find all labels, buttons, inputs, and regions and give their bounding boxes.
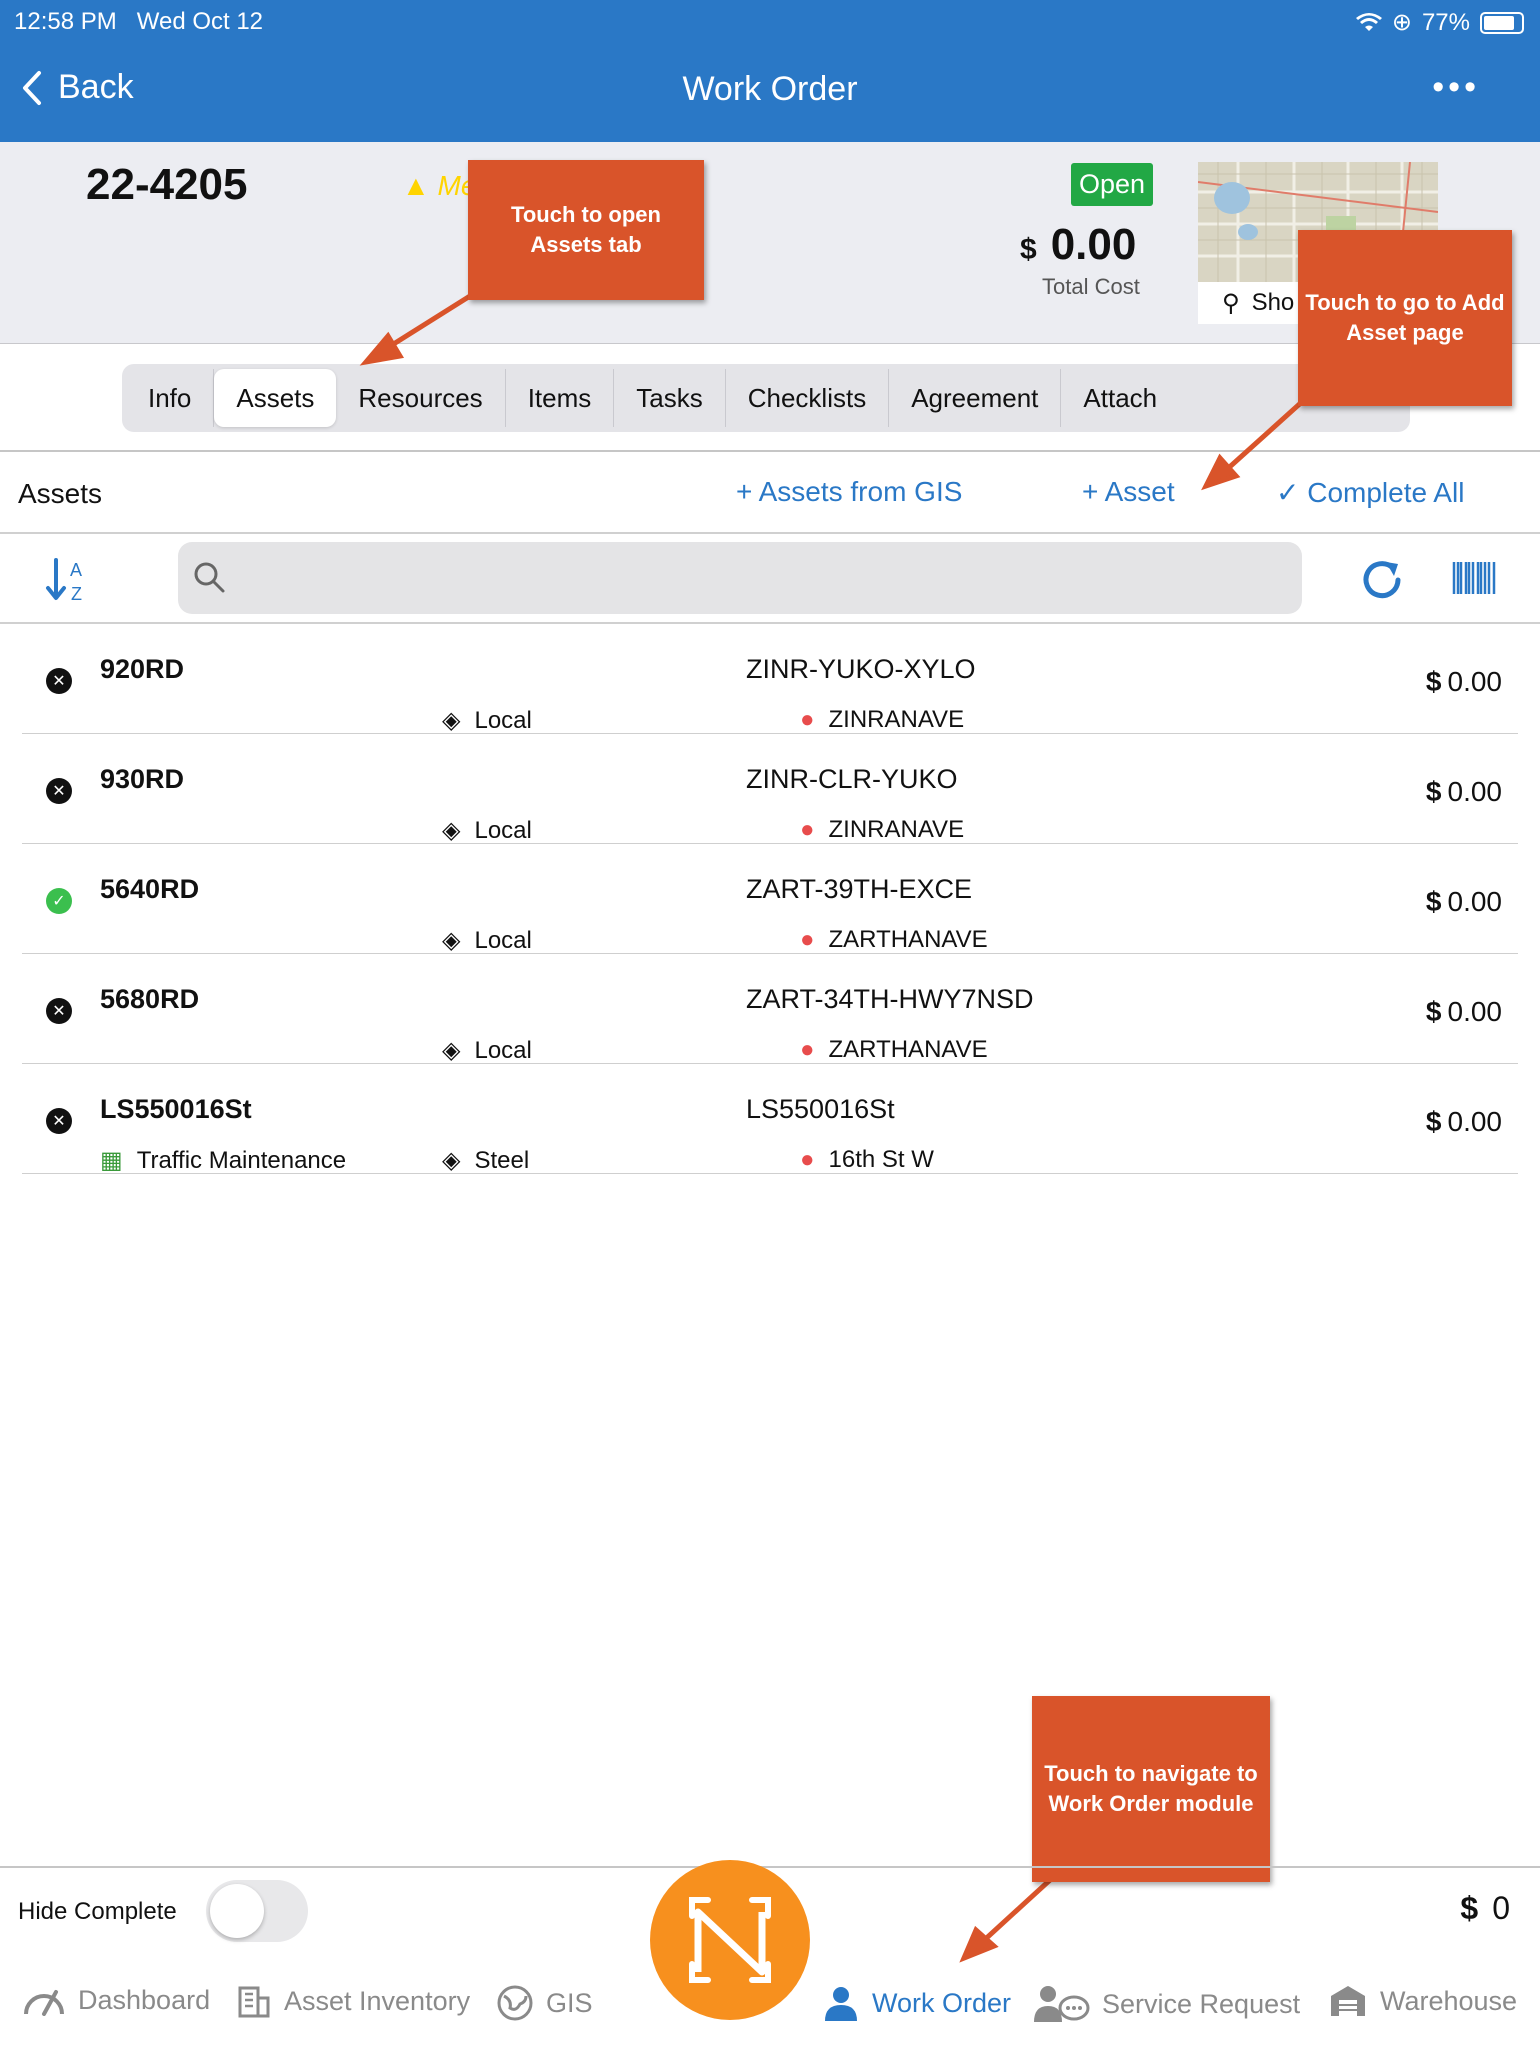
nav-dashboard-label: Dashboard (78, 1984, 211, 2015)
callout-add-asset: Touch to go to Add Asset page (1298, 230, 1512, 406)
currency-symbol: $ (1460, 1890, 1479, 1926)
bottom-total-value: 0 (1492, 1890, 1510, 1926)
asset-inventory-icon (238, 1986, 270, 2018)
nav-work-order[interactable]: Work Order (822, 1984, 1011, 2022)
app-switcher-button[interactable] (650, 1860, 810, 2020)
gis-globe-icon (497, 1985, 533, 2021)
nav-asset-inventory-label: Asset Inventory (284, 1985, 471, 2016)
assets-tab-arrowhead (359, 331, 405, 366)
work-order-arrow (978, 1878, 1052, 1946)
nav-warehouse[interactable]: Warehouse (1328, 1984, 1517, 2018)
hide-complete-toggle[interactable] (206, 1880, 308, 1942)
nav-service-request-label: Service Request (1102, 1988, 1301, 2019)
nav-work-order-label: Work Order (872, 1987, 1012, 2018)
warehouse-icon (1331, 1986, 1365, 2016)
nav-asset-inventory[interactable]: Asset Inventory (236, 1984, 470, 2018)
nav-dashboard[interactable]: Dashboard (22, 1984, 210, 2016)
hide-complete-label: Hide Complete (18, 1898, 177, 1925)
callout-work-order: Touch to navigate to Work Order module (1032, 1696, 1270, 1882)
nav-gis[interactable]: GIS (496, 1984, 593, 2022)
service-request-icon (1034, 1986, 1090, 2022)
assets-tab-arrow (382, 293, 472, 353)
bottom-total: $0 (1460, 1890, 1510, 1927)
app-logo-icon (689, 1897, 771, 1983)
nav-warehouse-label: Warehouse (1380, 1985, 1518, 2016)
callout-assets-tab: Touch to open Assets tab (468, 160, 704, 300)
nav-gis-label: GIS (546, 1987, 593, 2018)
work-order-icon (825, 1987, 857, 2021)
dashboard-icon (24, 1990, 64, 2016)
add-asset-arrow (1222, 398, 1306, 474)
nav-service-request[interactable]: Service Request (1034, 1984, 1300, 2024)
